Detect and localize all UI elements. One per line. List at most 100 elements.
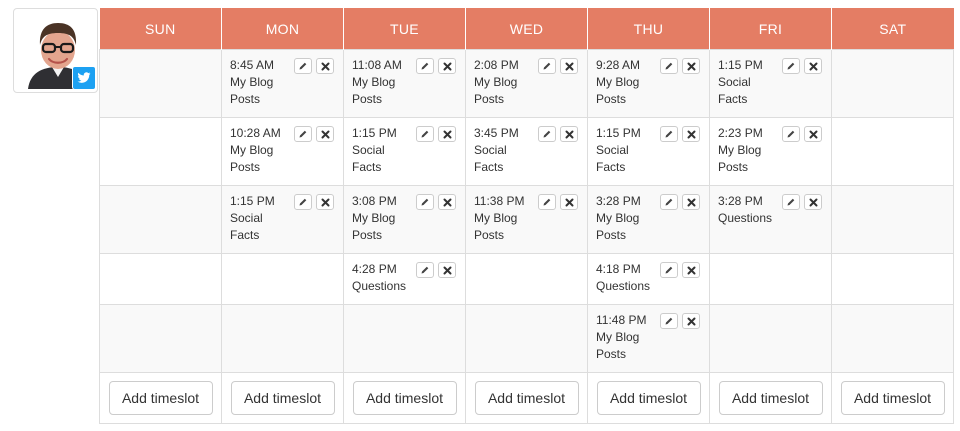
delete-slot-button[interactable] (804, 126, 822, 142)
delete-slot-button[interactable] (438, 126, 456, 142)
delete-slot-button[interactable] (438, 262, 456, 278)
slot-time: 3:28 PM (718, 194, 763, 208)
close-icon (687, 130, 696, 139)
empty-cell (465, 253, 588, 305)
add-cell: Add timeslot (465, 372, 588, 424)
add-timeslot-button-mon[interactable]: Add timeslot (230, 381, 335, 415)
day-header-row: SUN MON TUE WED THU FRI SAT (99, 8, 954, 50)
pencil-icon (786, 129, 796, 139)
delete-slot-button[interactable] (682, 262, 700, 278)
calendar-cell: 11:48 PM My Blog Posts (587, 304, 710, 373)
pencil-icon (664, 265, 674, 275)
delete-slot-button[interactable] (682, 194, 700, 210)
edit-slot-button[interactable] (538, 194, 556, 210)
schedule-calendar: SUN MON TUE WED THU FRI SAT 8:45 AM My Bl… (99, 8, 954, 424)
empty-cell (99, 49, 222, 118)
edit-slot-button[interactable] (782, 126, 800, 142)
edit-slot-button[interactable] (660, 126, 678, 142)
edit-slot-button[interactable] (660, 58, 678, 74)
delete-slot-button[interactable] (316, 194, 334, 210)
edit-slot-button[interactable] (416, 126, 434, 142)
close-icon (809, 198, 818, 207)
edit-slot-button[interactable] (782, 194, 800, 210)
calendar-cell: 1:15 PM Social Facts (221, 185, 344, 254)
table-row: 8:45 AM My Blog Posts 11:08 AM My Blog Pos… (99, 49, 954, 118)
timeslot: 1:15 PM Social Facts (710, 50, 831, 108)
add-timeslot-button-wed[interactable]: Add timeslot (474, 381, 579, 415)
slot-time: 1:15 PM (718, 58, 763, 72)
slot-label: My Blog Posts (352, 75, 396, 106)
delete-slot-button[interactable] (804, 194, 822, 210)
close-icon (443, 130, 452, 139)
add-timeslot-button-fri[interactable]: Add timeslot (718, 381, 823, 415)
delete-slot-button[interactable] (316, 126, 334, 142)
timeslot: 4:28 PM Questions (344, 254, 465, 295)
edit-slot-button[interactable] (660, 313, 678, 329)
calendar-cell: 3:45 PM Social Facts (465, 117, 588, 186)
calendar-cell: 4:28 PM Questions (343, 253, 466, 305)
slot-time: 4:28 PM (352, 262, 397, 276)
edit-slot-button[interactable] (416, 262, 434, 278)
day-header-sat: SAT (831, 8, 954, 50)
delete-slot-button[interactable] (682, 58, 700, 74)
delete-slot-button[interactable] (804, 58, 822, 74)
timeslot: 4:18 PM Questions (588, 254, 709, 295)
pencil-icon (664, 129, 674, 139)
edit-slot-button[interactable] (538, 126, 556, 142)
add-timeslot-button-tue[interactable]: Add timeslot (352, 381, 457, 415)
close-icon (565, 62, 574, 71)
twitter-icon (72, 66, 96, 90)
slot-time: 1:15 PM (352, 126, 397, 140)
edit-slot-button[interactable] (294, 126, 312, 142)
edit-slot-button[interactable] (782, 58, 800, 74)
empty-cell (99, 304, 222, 373)
close-icon (809, 62, 818, 71)
slot-time: 8:45 AM (230, 58, 275, 72)
profile-card (13, 8, 98, 93)
slot-time: 9:28 AM (596, 58, 641, 72)
edit-slot-button[interactable] (416, 58, 434, 74)
pencil-icon (298, 61, 308, 71)
pencil-icon (420, 61, 430, 71)
slot-label: My Blog Posts (352, 211, 396, 242)
timeslot: 11:08 AM My Blog Posts (344, 50, 465, 108)
delete-slot-button[interactable] (560, 58, 578, 74)
add-timeslot-button-sun[interactable]: Add timeslot (108, 381, 213, 415)
delete-slot-button[interactable] (316, 58, 334, 74)
delete-slot-button[interactable] (438, 194, 456, 210)
edit-slot-button[interactable] (294, 194, 312, 210)
delete-slot-button[interactable] (438, 58, 456, 74)
add-timeslot-button-thu[interactable]: Add timeslot (596, 381, 701, 415)
empty-cell (221, 304, 344, 373)
delete-slot-button[interactable] (560, 194, 578, 210)
add-cell: Add timeslot (221, 372, 344, 424)
slot-label: Questions (718, 211, 773, 225)
timeslot: 10:28 AM My Blog Posts (222, 118, 343, 176)
pencil-icon (664, 316, 674, 326)
edit-slot-button[interactable] (660, 262, 678, 278)
empty-cell (709, 304, 832, 373)
calendar-cell: 2:23 PM My Blog Posts (709, 117, 832, 186)
add-timeslot-row: Add timeslot Add timeslot Add timeslot A… (99, 372, 954, 424)
empty-cell (221, 253, 344, 305)
pencil-icon (786, 197, 796, 207)
slot-label: Social Facts (474, 143, 507, 174)
pencil-icon (420, 197, 430, 207)
edit-slot-button[interactable] (294, 58, 312, 74)
close-icon (565, 130, 574, 139)
calendar-cell: 10:28 AM My Blog Posts (221, 117, 344, 186)
edit-slot-button[interactable] (416, 194, 434, 210)
delete-slot-button[interactable] (682, 313, 700, 329)
timeslot: 3:08 PM My Blog Posts (344, 186, 465, 244)
timeslot: 9:28 AM My Blog Posts (588, 50, 709, 108)
slot-label: My Blog Posts (230, 143, 274, 174)
edit-slot-button[interactable] (538, 58, 556, 74)
empty-cell (831, 253, 954, 305)
calendar-cell: 11:38 PM My Blog Posts (465, 185, 588, 254)
add-timeslot-button-sat[interactable]: Add timeslot (840, 381, 945, 415)
pencil-icon (542, 61, 552, 71)
edit-slot-button[interactable] (660, 194, 678, 210)
delete-slot-button[interactable] (682, 126, 700, 142)
delete-slot-button[interactable] (560, 126, 578, 142)
slot-time: 4:18 PM (596, 262, 641, 276)
